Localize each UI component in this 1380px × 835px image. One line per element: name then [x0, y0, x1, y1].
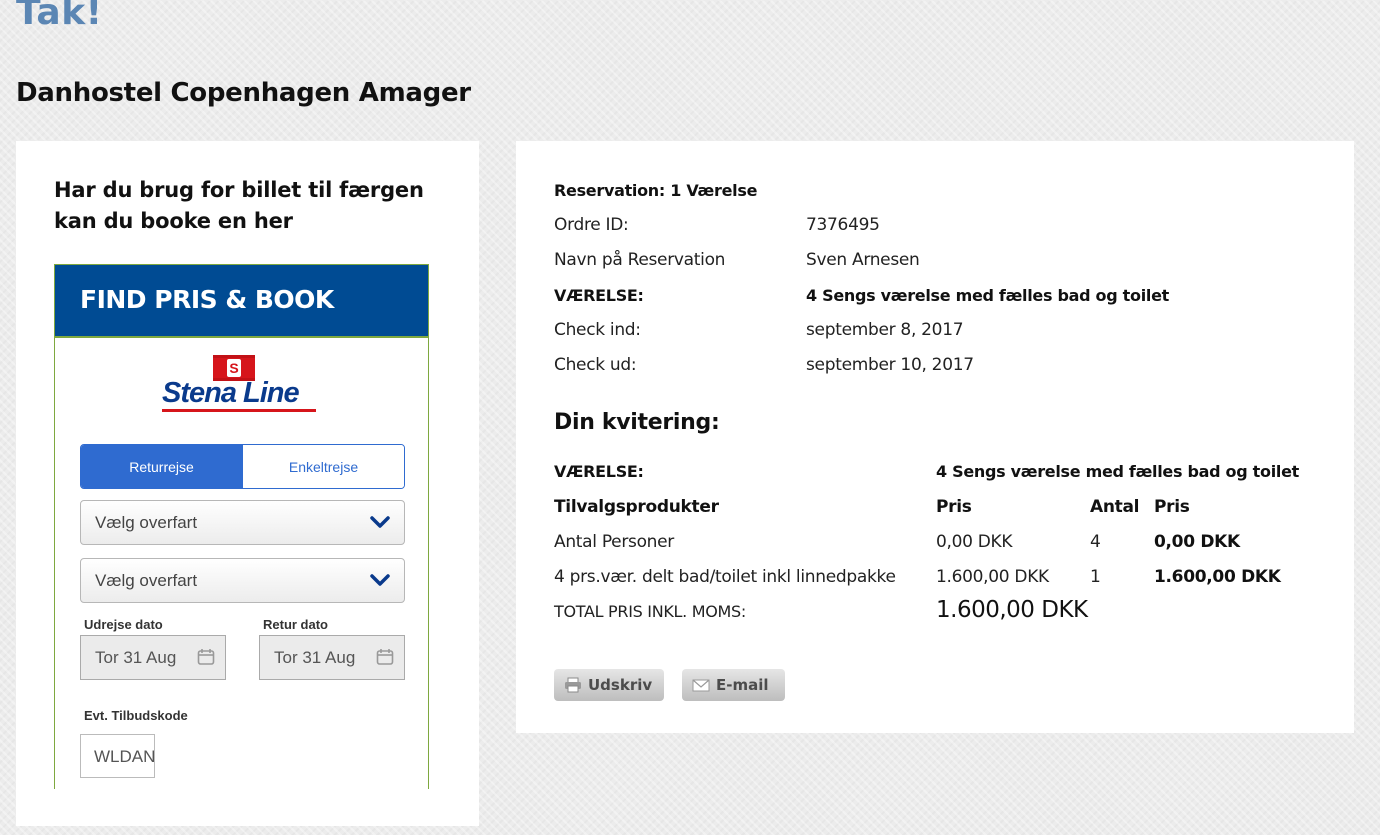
receipt-room-label: VÆRELSE:: [554, 462, 644, 481]
room-value: 4 Sengs værelse med fælles bad og toilet: [806, 286, 1169, 305]
row-1-product: Antal Personer: [554, 532, 674, 552]
ferry-booking-panel: Har du brug for billet til færgen kan du…: [16, 141, 479, 826]
stena-line-logo: S Stena Line: [160, 355, 320, 415]
tab-one-way[interactable]: Enkeltrejse: [242, 445, 404, 488]
col-header-total: Pris: [1154, 497, 1190, 517]
name-value: Sven Arnesen: [806, 250, 920, 270]
promo-code-input[interactable]: WLDANHOSTEL: [80, 734, 155, 778]
ferry-heading: Har du brug for billet til færgen kan du…: [54, 178, 424, 233]
receipt-room-value: 4 Sengs værelse med fælles bad og toilet: [936, 462, 1299, 481]
order-id-value: 7376495: [806, 215, 880, 235]
reservation-title: Reservation: 1 Værelse: [554, 181, 758, 200]
route-select-1[interactable]: Vælg overfart: [80, 500, 405, 545]
flag-letter: S: [227, 359, 241, 377]
row-2-product: 4 prs.vær. delt bad/toilet inkl linnedpa…: [554, 567, 896, 587]
trip-type-toggle: Returrejse Enkeltrejse: [80, 444, 405, 489]
col-header-qty: Antal: [1090, 497, 1140, 517]
promo-code-label: Evt. Tilbudskode: [84, 708, 188, 723]
row-2-total: 1.600,00 DKK: [1154, 567, 1281, 587]
calendar-icon: [376, 649, 394, 665]
logo-underline: [162, 409, 316, 412]
checkout-label: Check ud:: [554, 355, 637, 375]
row-2-price: 1.600,00 DKK: [936, 567, 1049, 587]
hostel-name: Danhostel Copenhagen Amager: [16, 78, 471, 108]
total-label: TOTAL PRIS INKL. MOMS:: [554, 602, 746, 621]
logo-text: Stena Line: [162, 377, 300, 409]
widget-title: FIND PRIS & BOOK: [80, 285, 334, 314]
envelope-icon: [692, 679, 710, 692]
row-1-qty: 4: [1090, 532, 1101, 552]
checkout-value: september 10, 2017: [806, 355, 974, 375]
checkin-label: Check ind:: [554, 320, 641, 340]
return-date-label: Retur dato: [263, 617, 328, 632]
departure-date-input[interactable]: Tor 31 Aug: [80, 635, 226, 680]
receipt-heading: Din kvitering:: [554, 410, 720, 435]
departure-date-value: Tor 31 Aug: [95, 648, 177, 667]
route-select-2[interactable]: Vælg overfart: [80, 558, 405, 603]
chevron-down-icon: [370, 574, 390, 586]
row-2-qty: 1: [1090, 567, 1101, 587]
order-id-label: Ordre ID:: [554, 215, 629, 235]
chevron-down-icon: [370, 516, 390, 528]
ferry-booking-widget: FIND PRIS & BOOK S Stena Line Returrejse…: [54, 264, 429, 789]
route-select-2-value: Vælg overfart: [95, 571, 198, 590]
row-1-price: 0,00 DKK: [936, 532, 1013, 552]
page-title: Tak!: [16, 0, 103, 33]
checkin-value: september 8, 2017: [806, 320, 964, 340]
name-label: Navn på Reservation: [554, 250, 726, 270]
email-label: E-mail: [716, 676, 769, 694]
email-button[interactable]: E-mail: [682, 669, 785, 701]
reservation-panel: Reservation: 1 Værelse Ordre ID: 7376495…: [516, 141, 1354, 733]
return-date-input[interactable]: Tor 31 Aug: [259, 635, 405, 680]
route-select-1-value: Vælg overfart: [95, 513, 198, 532]
col-header-product: Tilvalgsprodukter: [554, 497, 719, 517]
widget-header: FIND PRIS & BOOK: [55, 265, 428, 338]
row-1-total: 0,00 DKK: [1154, 532, 1240, 552]
col-header-price: Pris: [936, 497, 972, 517]
departure-date-label: Udrejse dato: [84, 617, 163, 632]
printer-icon: [565, 677, 581, 693]
room-label: VÆRELSE:: [554, 286, 644, 305]
print-button[interactable]: Udskriv: [554, 669, 664, 701]
total-amount: 1.600,00 DKK: [936, 597, 1088, 623]
tab-return-trip[interactable]: Returrejse: [81, 445, 242, 488]
return-date-value: Tor 31 Aug: [274, 648, 356, 667]
print-label: Udskriv: [588, 676, 653, 694]
calendar-icon: [197, 649, 215, 665]
